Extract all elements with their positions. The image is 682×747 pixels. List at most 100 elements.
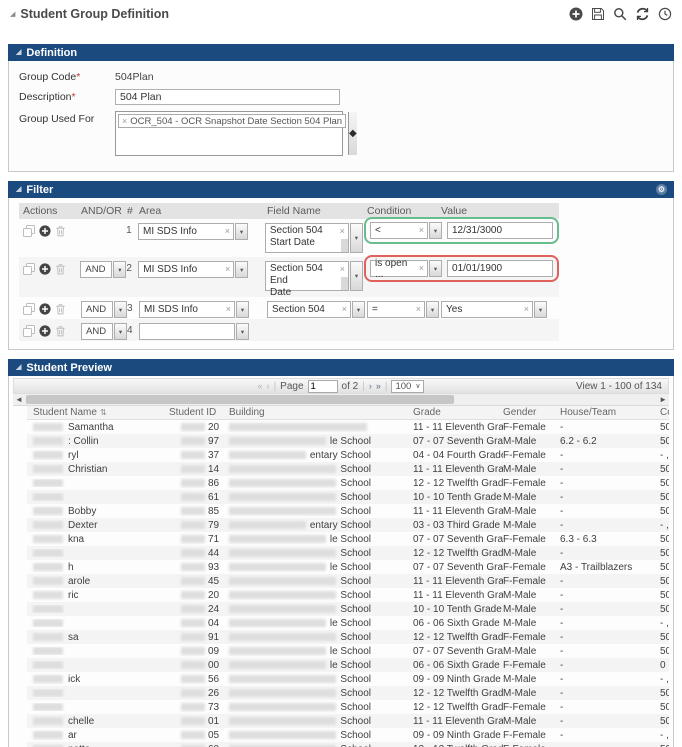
- scrollbar-thumb[interactable]: [26, 395, 454, 404]
- field-combo[interactable]: Section 504 Start Date: [265, 223, 349, 253]
- prev-page-icon[interactable]: ‹: [267, 382, 270, 391]
- header-gender[interactable]: Gender: [503, 407, 560, 418]
- value-combo[interactable]: Yes: [441, 301, 533, 318]
- clear-icon[interactable]: [339, 305, 347, 314]
- area-combo[interactable]: MI SDS Info: [138, 261, 234, 278]
- clear-icon[interactable]: [416, 264, 424, 273]
- remove-tag-icon[interactable]: [122, 117, 127, 126]
- table-row[interactable]: 73 School 12 - 12 Twelfth Grade F-Female…: [27, 700, 669, 714]
- header-grade[interactable]: Grade: [413, 407, 503, 418]
- scroll-left-icon[interactable]: [15, 395, 23, 404]
- last-page-icon[interactable]: »: [376, 382, 381, 391]
- add-row-icon[interactable]: [39, 263, 51, 275]
- dropdown-button[interactable]: [429, 222, 442, 239]
- search-icon[interactable]: [613, 7, 627, 21]
- value-input[interactable]: [447, 260, 553, 277]
- first-page-icon[interactable]: «: [258, 382, 263, 391]
- clear-icon[interactable]: [337, 227, 345, 236]
- page-size-select[interactable]: 100: [391, 380, 424, 393]
- clear-icon[interactable]: [337, 265, 345, 274]
- scroll-right-icon[interactable]: [659, 395, 667, 404]
- dropdown-button[interactable]: [426, 301, 439, 318]
- group-used-for-multiselect[interactable]: OCR_504 - OCR Snapshot Date Section 504 …: [115, 111, 343, 156]
- student-preview-header[interactable]: ◢ Student Preview: [8, 359, 674, 376]
- value-input[interactable]: [447, 222, 553, 239]
- multiselect-picker-button[interactable]: [348, 112, 357, 155]
- save-icon[interactable]: [591, 7, 605, 21]
- dropdown-button[interactable]: [114, 323, 127, 340]
- clone-row-icon[interactable]: [23, 325, 35, 337]
- table-row[interactable]: 24 School 10 - 10 Tenth Grade M-Male - 5…: [27, 602, 669, 616]
- refresh-icon[interactable]: [635, 7, 650, 21]
- add-icon[interactable]: [569, 7, 583, 21]
- table-row[interactable]: ick 56 School 09 - 09 Ninth Grade M-Male…: [27, 672, 669, 686]
- area-combo[interactable]: MI SDS Info: [139, 301, 235, 318]
- table-row[interactable]: 00 le School 06 - 06 Sixth Grade F-Femal…: [27, 658, 669, 672]
- clone-row-icon[interactable]: [23, 225, 35, 237]
- description-input[interactable]: [115, 89, 340, 105]
- definition-header[interactable]: ◢ Definition: [8, 44, 674, 61]
- header-student-id[interactable]: Student ID: [169, 407, 229, 418]
- table-row[interactable]: Christian 14 School 11 - 11 Eleventh Gra…: [27, 462, 669, 476]
- delete-row-icon[interactable]: [55, 325, 66, 337]
- page-input[interactable]: [308, 380, 338, 393]
- gear-icon[interactable]: [656, 184, 667, 195]
- andor-select[interactable]: AND: [81, 323, 113, 340]
- table-row[interactable]: 86 School 12 - 12 Twelfth Grade F-Female…: [27, 476, 669, 490]
- condition-combo[interactable]: is open ...: [370, 260, 428, 277]
- header-counselor[interactable]: Co: [660, 407, 669, 418]
- filter-header[interactable]: ◢ Filter: [8, 181, 674, 198]
- collapse-triangle-icon[interactable]: ◢: [10, 11, 15, 18]
- header-house-team[interactable]: House/Team: [560, 407, 660, 418]
- table-row[interactable]: kna 71 le School 07 - 07 Seventh Grade F…: [27, 532, 669, 546]
- clone-row-icon[interactable]: [23, 303, 35, 315]
- header-building[interactable]: Building: [229, 407, 413, 418]
- dropdown-button[interactable]: [114, 301, 127, 318]
- clone-row-icon[interactable]: [23, 263, 35, 275]
- clear-icon[interactable]: [222, 227, 230, 236]
- collapse-triangle-icon[interactable]: ◢: [16, 364, 21, 371]
- table-row[interactable]: ar 05 School 09 - 09 Ninth Grade F-Femal…: [27, 728, 669, 742]
- dropdown-button[interactable]: [350, 261, 363, 291]
- dropdown-button[interactable]: [534, 301, 547, 318]
- dropdown-button[interactable]: [350, 223, 363, 253]
- table-row[interactable]: Dexter 79 entary School 03 - 03 Third Gr…: [27, 518, 669, 532]
- table-row[interactable]: 44 School 12 - 12 Twelfth Grade M-Male -…: [27, 546, 669, 560]
- area-combo[interactable]: [139, 323, 235, 340]
- delete-row-icon[interactable]: [55, 263, 66, 275]
- table-row[interactable]: chelle 01 School 11 - 11 Eleventh Grade …: [27, 714, 669, 728]
- andor-select[interactable]: AND: [80, 261, 112, 278]
- table-row[interactable]: 04 le School 06 - 06 Sixth Grade M-Male …: [27, 616, 669, 630]
- table-row[interactable]: 26 School 12 - 12 Twelfth Grade M-Male -…: [27, 686, 669, 700]
- clear-icon[interactable]: [222, 265, 230, 274]
- condition-combo[interactable]: <: [370, 222, 428, 239]
- dropdown-button[interactable]: [352, 301, 365, 318]
- next-page-icon[interactable]: ›: [369, 382, 372, 391]
- dropdown-button[interactable]: [113, 261, 126, 278]
- clear-icon[interactable]: [521, 305, 529, 314]
- table-row[interactable]: nette 60 School 12 - 12 Twelfth Grade F-…: [27, 742, 669, 747]
- clear-icon[interactable]: [413, 305, 421, 314]
- header-student-name[interactable]: Student Name: [27, 407, 169, 418]
- history-icon[interactable]: [658, 7, 672, 21]
- andor-select[interactable]: AND: [81, 301, 113, 318]
- clear-icon[interactable]: [416, 226, 424, 235]
- condition-combo[interactable]: =: [367, 301, 425, 318]
- delete-row-icon[interactable]: [55, 225, 66, 237]
- clear-icon[interactable]: [223, 305, 231, 314]
- table-row[interactable]: ryl 37 entary School 04 - 04 Fourth Grad…: [27, 448, 669, 462]
- selected-tag[interactable]: OCR_504 - OCR Snapshot Date Section 504 …: [118, 114, 346, 128]
- field-combo[interactable]: Section 504: [267, 301, 351, 318]
- add-row-icon[interactable]: [39, 325, 51, 337]
- delete-row-icon[interactable]: [55, 303, 66, 315]
- table-row[interactable]: arole 45 School 11 - 11 Eleventh Grade F…: [27, 574, 669, 588]
- collapse-triangle-icon[interactable]: ◢: [16, 186, 21, 193]
- dropdown-button[interactable]: [236, 301, 249, 318]
- table-row[interactable]: : Collin 97 le School 07 - 07 Seventh Gr…: [27, 434, 669, 448]
- dropdown-button[interactable]: [429, 260, 442, 277]
- table-row[interactable]: Bobby 85 School 11 - 11 Eleventh Grade M…: [27, 504, 669, 518]
- table-row[interactable]: sa 91 School 12 - 12 Twelfth Grade F-Fem…: [27, 630, 669, 644]
- table-row[interactable]: Samantha 20 11 - 11 Eleventh Grade F-Fem…: [27, 420, 669, 434]
- field-combo[interactable]: Section 504 End Date: [265, 261, 349, 291]
- table-row[interactable]: ric 20 School 11 - 11 Eleventh Grade M-M…: [27, 588, 669, 602]
